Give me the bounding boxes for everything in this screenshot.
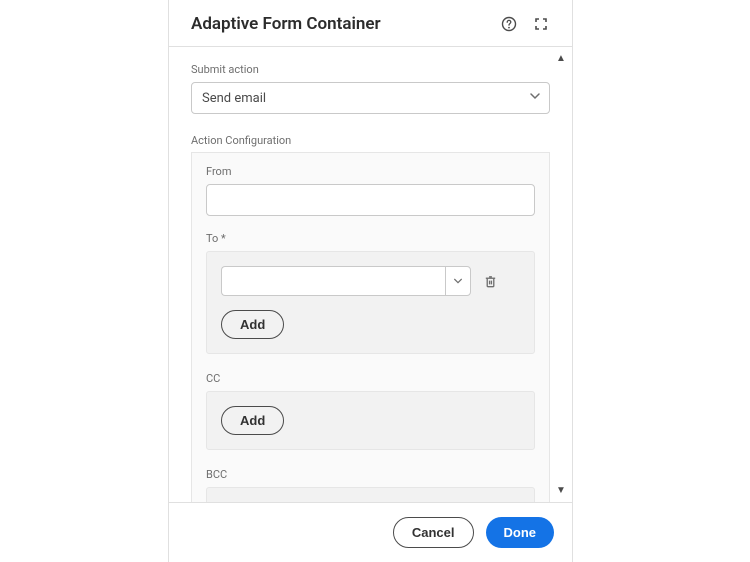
to-dropdown-button[interactable]: [445, 266, 471, 296]
to-add-button[interactable]: Add: [221, 310, 284, 339]
header-icons: [500, 15, 550, 33]
delete-icon[interactable]: [481, 272, 499, 290]
panel-body: ▲ ▼ Submit action Send email Action Conf…: [169, 47, 572, 502]
bcc-label: BCC: [206, 468, 535, 481]
submit-action-value: Send email: [202, 91, 266, 106]
to-row: [221, 266, 520, 296]
to-label: To *: [206, 232, 535, 245]
to-card: Add: [206, 251, 535, 354]
submit-action-select[interactable]: Send email: [191, 82, 550, 114]
fullscreen-icon[interactable]: [532, 15, 550, 33]
from-label: From: [206, 165, 535, 178]
from-input[interactable]: [206, 184, 535, 216]
chevron-down-icon: [529, 90, 541, 106]
to-combo: [221, 266, 471, 296]
submit-action-label: Submit action: [191, 63, 550, 76]
done-button[interactable]: Done: [486, 517, 555, 548]
cc-label: CC: [206, 372, 535, 385]
properties-panel: Adaptive Form Container ▲ ▼: [168, 0, 573, 562]
cc-card: Add: [206, 391, 535, 450]
scroll-area[interactable]: Submit action Send email Action Configur…: [169, 47, 572, 502]
action-config-label: Action Configuration: [191, 134, 550, 147]
bcc-card: [206, 487, 535, 502]
panel-footer: Cancel Done: [169, 502, 572, 562]
cc-add-button[interactable]: Add: [221, 406, 284, 435]
cancel-button[interactable]: Cancel: [393, 517, 474, 548]
action-config-box: From To *: [191, 152, 550, 502]
help-icon[interactable]: [500, 15, 518, 33]
to-input[interactable]: [221, 266, 445, 296]
panel-header: Adaptive Form Container: [169, 0, 572, 47]
panel-title: Adaptive Form Container: [191, 14, 381, 34]
